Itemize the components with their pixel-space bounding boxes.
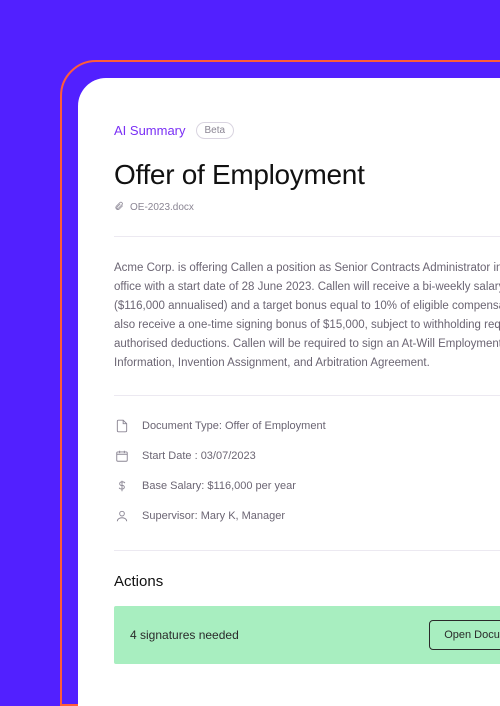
beta-badge: Beta: [196, 122, 235, 139]
paperclip-icon: [114, 201, 124, 214]
meta-supervisor-text: Supervisor: Mary K, Manager: [142, 510, 285, 522]
meta-list: Document Type: Offer of Employment Start…: [114, 418, 500, 524]
file-attachment[interactable]: OE-2023.docx: [114, 201, 500, 214]
actions-heading: Actions: [114, 573, 500, 590]
file-name: OE-2023.docx: [130, 202, 194, 213]
page-title: Offer of Employment: [114, 159, 500, 191]
meta-doc-type: Document Type: Offer of Employment: [114, 418, 500, 434]
calendar-icon: [114, 448, 130, 464]
person-icon: [114, 508, 130, 524]
meta-start-date: Start Date : 03/07/2023: [114, 448, 500, 464]
open-document-button[interactable]: Open Docum: [429, 620, 500, 650]
meta-base-salary: Base Salary: $116,000 per year: [114, 478, 500, 494]
divider: [114, 550, 500, 551]
action-banner: 4 signatures needed Open Docum: [114, 606, 500, 664]
ai-summary-label: AI Summary: [114, 123, 186, 138]
ai-summary-row: AI Summary Beta: [114, 122, 500, 139]
meta-start-date-text: Start Date : 03/07/2023: [142, 450, 256, 462]
summary-body: Acme Corp. is offering Callen a position…: [114, 259, 500, 373]
meta-base-salary-text: Base Salary: $116,000 per year: [142, 480, 296, 492]
divider: [114, 236, 500, 237]
divider: [114, 395, 500, 396]
meta-doc-type-text: Document Type: Offer of Employment: [142, 420, 326, 432]
signatures-needed-text: 4 signatures needed: [130, 628, 239, 642]
meta-supervisor: Supervisor: Mary K, Manager: [114, 508, 500, 524]
dollar-icon: [114, 478, 130, 494]
document-icon: [114, 418, 130, 434]
document-card: AI Summary Beta Offer of Employment OE-2…: [78, 78, 500, 706]
